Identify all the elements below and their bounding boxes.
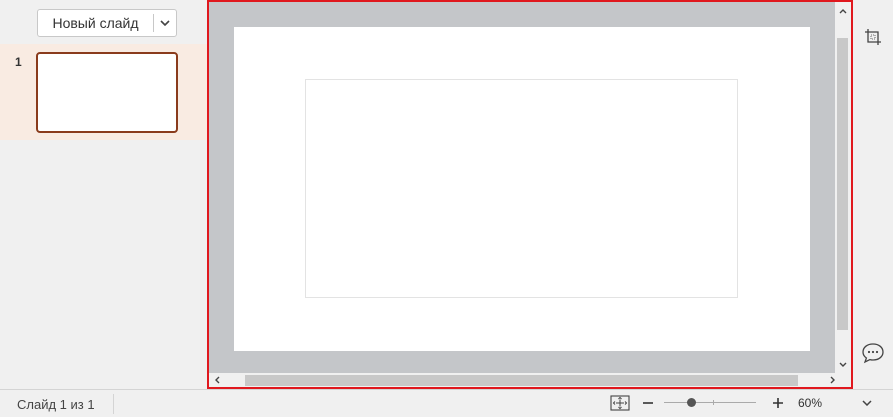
chevron-down-icon	[160, 20, 170, 26]
chevron-right-icon	[830, 376, 835, 384]
new-slide-button[interactable]: Новый слайд	[38, 10, 153, 36]
minus-icon	[643, 402, 653, 404]
horizontal-scrollbar[interactable]	[209, 373, 851, 387]
zoom-slider-midpoint	[713, 400, 714, 405]
slide-thumbnail-row[interactable]: 1	[0, 44, 207, 140]
scroll-right-button[interactable]	[825, 373, 839, 387]
new-slide-dropdown-button[interactable]	[154, 10, 176, 36]
chevron-down-icon	[862, 400, 872, 406]
new-slide-split-button: Новый слайд	[37, 9, 177, 37]
zoom-slider-handle[interactable]	[687, 398, 696, 407]
slide-settings-button[interactable]	[860, 24, 886, 50]
crop-icon	[865, 29, 881, 45]
status-divider	[113, 394, 114, 414]
zoom-out-button[interactable]	[640, 394, 656, 412]
comments-button[interactable]	[860, 340, 886, 366]
slide-canvas[interactable]	[234, 27, 810, 351]
right-toolbar	[853, 0, 893, 389]
vertical-scroll-thumb[interactable]	[837, 38, 848, 330]
horizontal-scroll-thumb[interactable]	[245, 375, 798, 386]
status-bar: Слайд 1 из 1 60%	[0, 389, 893, 417]
comment-icon	[862, 343, 884, 364]
scroll-up-button[interactable]	[835, 3, 851, 19]
scroll-left-button[interactable]	[210, 373, 224, 387]
slide-number: 1	[15, 55, 22, 69]
fit-to-slide-button[interactable]	[609, 393, 631, 413]
chevron-up-icon	[839, 8, 847, 13]
vertical-scrollbar[interactable]	[835, 2, 851, 373]
slide-counter: Слайд 1 из 1	[17, 397, 95, 412]
plus-icon	[773, 398, 783, 408]
zoom-dropdown-button[interactable]	[858, 395, 876, 411]
slide-editor-area[interactable]	[207, 0, 853, 389]
chevron-left-icon	[214, 376, 219, 384]
fit-to-slide-icon	[610, 395, 630, 411]
content-placeholder[interactable]	[305, 79, 738, 298]
zoom-value[interactable]: 60%	[798, 396, 822, 410]
zoom-in-button[interactable]	[770, 394, 786, 412]
chevron-down-icon	[839, 362, 847, 367]
slides-panel: Новый слайд 1	[0, 0, 207, 388]
scroll-down-button[interactable]	[835, 356, 851, 372]
zoom-slider-track[interactable]	[664, 402, 756, 403]
new-slide-label: Новый слайд	[52, 15, 139, 31]
slide-thumbnail[interactable]	[36, 52, 178, 133]
